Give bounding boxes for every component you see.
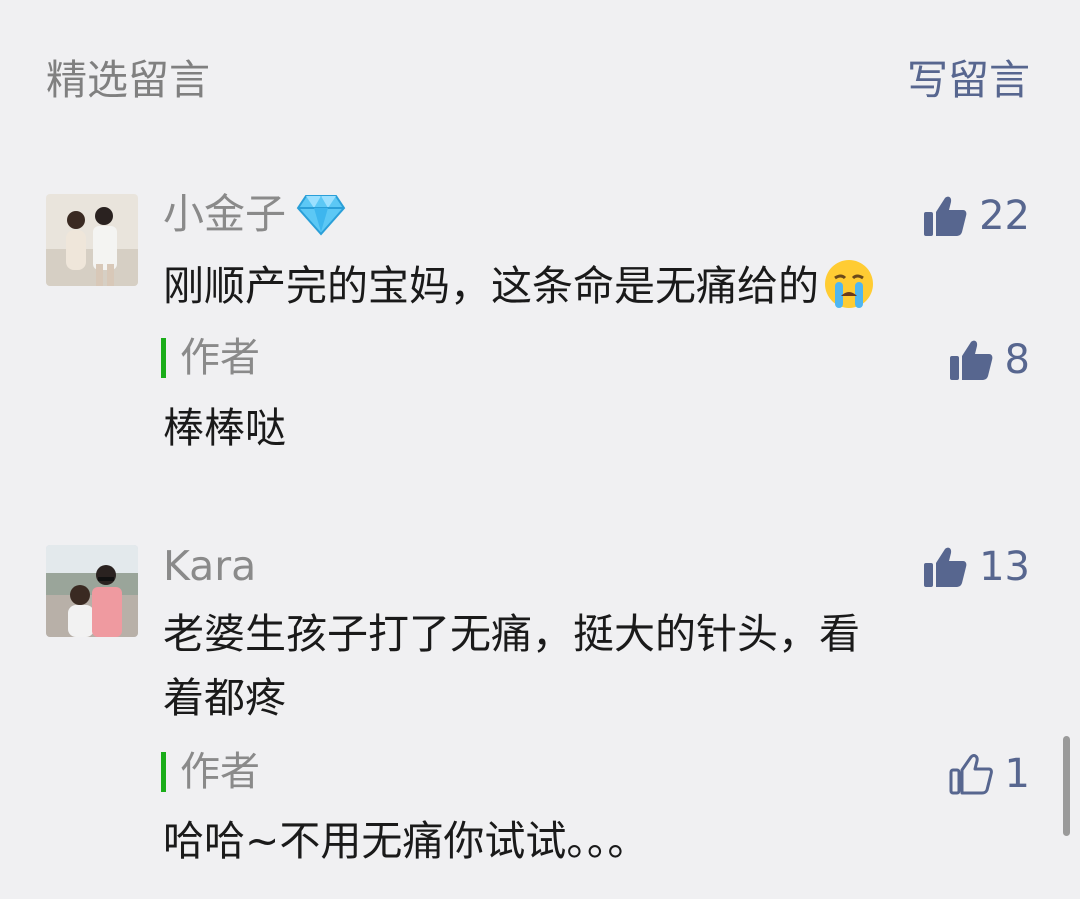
commenter-name-row: Kara <box>163 542 256 590</box>
thumbs-up-filled-icon <box>924 196 967 236</box>
write-comment-link[interactable]: 写留言 <box>907 54 1030 106</box>
like-count: 13 <box>979 544 1030 590</box>
scrollbar[interactable] <box>1063 736 1070 836</box>
diamond-icon <box>296 195 346 236</box>
author-indicator-bar <box>161 338 166 378</box>
reply-like-button[interactable]: 1 <box>949 750 1030 798</box>
author-label: 作者 <box>180 335 260 381</box>
author-label: 作者 <box>180 749 260 795</box>
reply-like-button[interactable]: 8 <box>949 336 1030 384</box>
like-count: 22 <box>979 193 1030 239</box>
section-title: 精选留言 <box>46 56 210 104</box>
avatar-photo-couple <box>46 194 138 286</box>
reply-like-count: 1 <box>1004 751 1030 797</box>
comment-text-line: 着都疼 <box>163 674 286 722</box>
author-reply-text: 哈哈~不用无痛你试试。。。 <box>163 817 649 865</box>
comment-text: 刚顺产完的宝妈，这条命是无痛给的 <box>163 258 1003 312</box>
commenter-name-row: 小金子 <box>163 190 346 238</box>
like-button[interactable]: 13 <box>923 543 1030 591</box>
thumbs-up-filled-icon <box>924 547 967 587</box>
author-reply-label: 作者 <box>161 748 260 796</box>
commenter-name[interactable]: 小金子 <box>163 190 286 238</box>
like-button[interactable]: 22 <box>923 192 1030 240</box>
crying-face-icon <box>825 260 873 308</box>
comment-text-line: 老婆生孩子打了无痛，挺大的针头，看 <box>163 610 860 658</box>
thumbs-up-outline-icon <box>949 754 993 795</box>
author-reply-text: 棒棒哒 <box>163 404 286 452</box>
avatar[interactable] <box>46 545 138 637</box>
reply-like-count: 8 <box>1004 337 1030 383</box>
author-indicator-bar <box>161 752 166 792</box>
avatar-photo-couple <box>46 545 138 637</box>
author-reply-label: 作者 <box>161 334 260 382</box>
avatar[interactable] <box>46 194 138 286</box>
thumbs-up-filled-icon <box>949 340 992 380</box>
commenter-name[interactable]: Kara <box>163 542 256 590</box>
comment-text: 老婆生孩子打了无痛，挺大的针头，看 着都疼 <box>163 608 1003 724</box>
